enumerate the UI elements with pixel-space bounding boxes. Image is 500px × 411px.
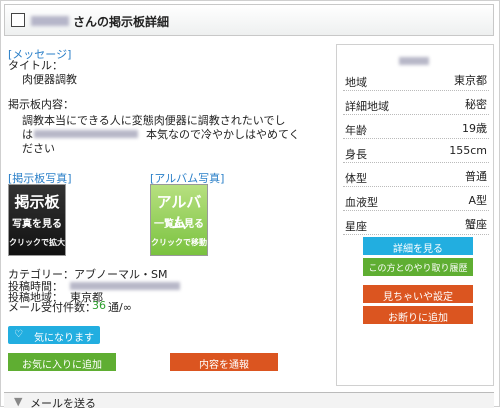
bbs-thumb-title: 掲示板 — [14, 193, 60, 211]
mail-count-value: 36 — [92, 299, 106, 312]
add-favorite-button[interactable]: お気に入りに追加 — [8, 353, 116, 371]
send-mail-label: メールを送る — [30, 397, 96, 410]
bbs-thumb-caption: クリックで拡大 — [9, 238, 65, 247]
block-settings-button[interactable]: 見ちゃいや設定 — [363, 285, 473, 303]
profile-name-redacted — [399, 57, 429, 65]
profile-panel: 地域 東京都 詳細地域 秘密 年齢 19歳 身長 155cm 体型 普通 血液型… — [336, 44, 494, 386]
message-history-button[interactable]: この方とのやり取り履歴 — [363, 258, 473, 276]
body-line-3: ださい — [22, 142, 55, 155]
profile-value-height: 155cm — [449, 144, 487, 157]
bbs-photo-thumbnail[interactable]: 掲示板 写真を見る クリックで拡大 — [8, 184, 66, 256]
profile-key-height: 身長 — [345, 148, 367, 161]
profile-row-body-type: 体型 普通 — [343, 163, 489, 187]
profile-key-age: 年齢 — [345, 124, 367, 137]
page-title: さんの掲示板詳細 — [73, 15, 170, 29]
view-details-label: 詳細を見る — [393, 244, 443, 255]
redacted-contact — [34, 130, 138, 138]
refuse-button[interactable]: お断りに追加 — [363, 306, 473, 324]
chevron-down-icon: ▼ — [14, 395, 23, 408]
like-button-label: 気になります — [34, 333, 94, 344]
profile-row-region: 地域 東京都 — [343, 67, 489, 91]
profile-row-detail-region: 詳細地域 秘密 — [343, 91, 489, 115]
mail-count-label: メール受付件数： — [8, 301, 96, 314]
bbs-thumb-subtitle: 写真を見る — [12, 219, 62, 230]
page-header: さんの掲示板詳細 — [4, 4, 494, 36]
add-favorite-label: お気に入りに追加 — [22, 360, 102, 371]
body-label: 掲示板内容： — [8, 98, 74, 111]
album-thumb-subtitle: 一覧を見る — [154, 219, 204, 230]
album-photo-thumbnail[interactable]: アルバム 一覧を見る クリックで移動 — [150, 184, 208, 256]
block-settings-label: 見ちゃいや設定 — [383, 292, 453, 303]
profile-key-body-type: 体型 — [345, 172, 367, 185]
profile-value-age: 19歳 — [462, 122, 487, 135]
mail-count-suffix: 通/∞ — [108, 301, 132, 314]
profile-key-region: 地域 — [345, 76, 367, 89]
profile-key-detail-region: 詳細地域 — [345, 100, 389, 113]
profile-key-blood-type: 血液型 — [345, 196, 378, 209]
title-value: 肉便器調教 — [22, 73, 77, 86]
profile-row-age: 年齢 19歳 — [343, 115, 489, 139]
profile-value-region: 東京都 — [454, 74, 487, 87]
body-line-2-suffix: 本気なので冷やかしはやめてく — [146, 128, 300, 141]
profile-key-zodiac: 星座 — [345, 220, 367, 233]
refuse-button-label: お断りに追加 — [388, 313, 448, 324]
album-thumb-caption: クリックで移動 — [151, 238, 207, 247]
profile-value-blood-type: A型 — [468, 194, 487, 207]
profile-value-zodiac: 蟹座 — [465, 218, 487, 231]
like-button[interactable]: ♡ 気になります — [8, 326, 100, 344]
profile-row-height: 身長 155cm — [343, 139, 489, 163]
profile-value-body-type: 普通 — [465, 170, 487, 183]
report-button[interactable]: 内容を通報 — [170, 353, 278, 371]
profile-value-detail-region: 秘密 — [465, 98, 487, 111]
report-button-label: 内容を通報 — [199, 360, 249, 371]
message-history-label: この方とのやり取り履歴 — [368, 264, 468, 274]
heart-icon: ♡ — [14, 329, 23, 340]
view-details-button[interactable]: 詳細を見る — [363, 237, 473, 255]
username-redacted — [31, 16, 69, 26]
profile-row-zodiac: 星座 蟹座 — [343, 211, 489, 235]
profile-row-blood-type: 血液型 A型 — [343, 187, 489, 211]
header-square-icon — [11, 13, 25, 27]
send-mail-section[interactable]: ▼ メールを送る — [4, 392, 494, 410]
